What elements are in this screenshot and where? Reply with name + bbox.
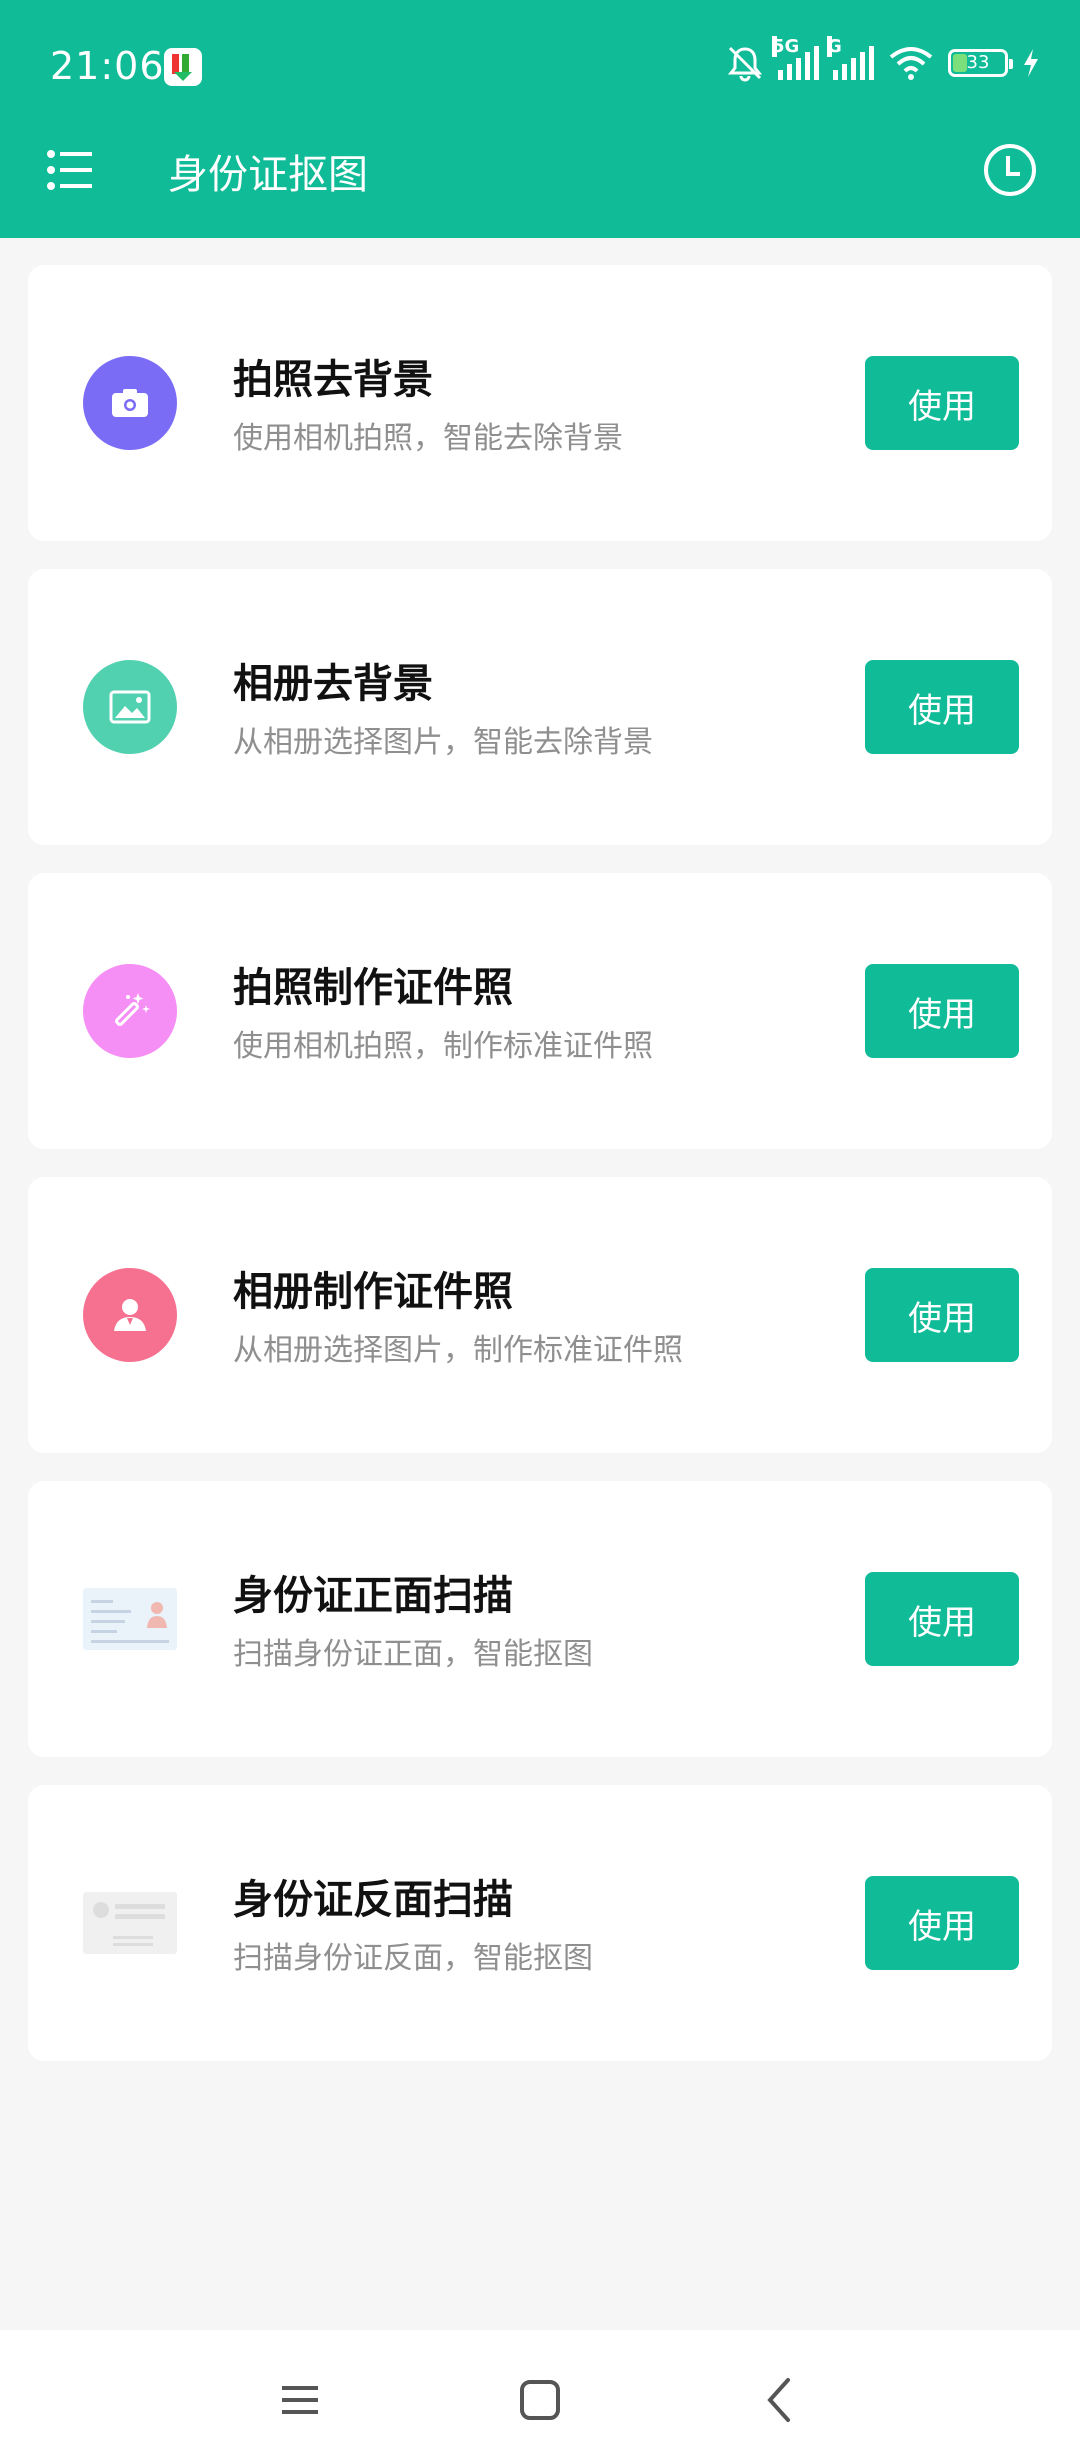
list-item-photo-id-photo: 拍照制作证件照 使用相机拍照，制作标准证件照 使用 — [28, 873, 1052, 1149]
system-nav-bar — [0, 2330, 1080, 2460]
status-time: 21:06 — [50, 44, 165, 88]
back-icon[interactable] — [750, 2370, 810, 2430]
home-icon[interactable] — [510, 2370, 570, 2430]
use-button[interactable]: 使用 — [865, 1268, 1019, 1362]
mute-bell-icon — [727, 46, 763, 82]
person-icon — [83, 1268, 177, 1362]
list-item-album-remove-bg: 相册去背景 从相册选择图片，智能去除背景 使用 — [28, 569, 1052, 845]
recent-apps-icon[interactable] — [270, 2370, 330, 2430]
charging-icon — [1024, 49, 1038, 77]
item-title: 身份证正面扫描 — [233, 1573, 513, 1619]
image-icon — [83, 660, 177, 754]
item-title: 相册去背景 — [233, 661, 433, 707]
item-title: 拍照制作证件照 — [233, 965, 513, 1011]
use-button[interactable]: 使用 — [865, 1572, 1019, 1666]
item-description: 从相册选择图片，智能去除背景 — [233, 725, 653, 760]
item-description: 使用相机拍照，制作标准证件照 — [233, 1029, 653, 1064]
item-description: 扫描身份证正面，智能抠图 — [233, 1637, 593, 1672]
use-button[interactable]: 使用 — [865, 356, 1019, 450]
feature-list: 拍照去背景 使用相机拍照，智能去除背景 使用 相册去背景 从相册选择图片，智能去… — [28, 265, 1052, 2089]
app-screen: 21:06 5G G 33 身份证抠图 拍照去背景 使用相机拍照，智能去除背景 … — [0, 0, 1080, 2460]
use-button[interactable]: 使用 — [865, 1876, 1019, 1970]
item-description: 扫描身份证反面，智能抠图 — [233, 1941, 593, 1976]
top-app-bar: 21:06 5G G 33 身份证抠图 — [0, 0, 1080, 238]
item-title: 身份证反面扫描 — [233, 1877, 513, 1923]
magic-wand-icon — [83, 964, 177, 1058]
signal-5g-icon: 5G — [772, 36, 819, 80]
item-description: 使用相机拍照，智能去除背景 — [233, 421, 623, 456]
id-card-front-icon — [83, 1572, 177, 1666]
page-title: 身份证抠图 — [168, 152, 368, 198]
battery-icon: 33 — [948, 49, 1013, 77]
item-title: 相册制作证件照 — [233, 1269, 513, 1315]
list-item-id-back-scan: 身份证反面扫描 扫描身份证反面，智能抠图 使用 — [28, 1785, 1052, 2061]
camera-icon — [83, 356, 177, 450]
list-item-id-front-scan: 身份证正面扫描 扫描身份证正面，智能抠图 使用 — [28, 1481, 1052, 1757]
history-clock-icon[interactable] — [982, 142, 1038, 198]
battery-level: 33 — [966, 52, 990, 73]
wifi-icon — [889, 47, 933, 80]
download-app-icon — [164, 48, 202, 86]
item-description: 从相册选择图片，制作标准证件照 — [233, 1333, 683, 1368]
list-item-album-id-photo: 相册制作证件照 从相册选择图片，制作标准证件照 使用 — [28, 1177, 1052, 1453]
status-icons: 5G G 33 — [726, 36, 1040, 82]
signal-g-icon: G — [827, 36, 874, 80]
item-title: 拍照去背景 — [233, 357, 433, 403]
menu-list-icon[interactable] — [46, 148, 94, 192]
use-button[interactable]: 使用 — [865, 964, 1019, 1058]
list-item-photo-remove-bg: 拍照去背景 使用相机拍照，智能去除背景 使用 — [28, 265, 1052, 541]
id-card-back-icon — [83, 1876, 177, 1970]
use-button[interactable]: 使用 — [865, 660, 1019, 754]
